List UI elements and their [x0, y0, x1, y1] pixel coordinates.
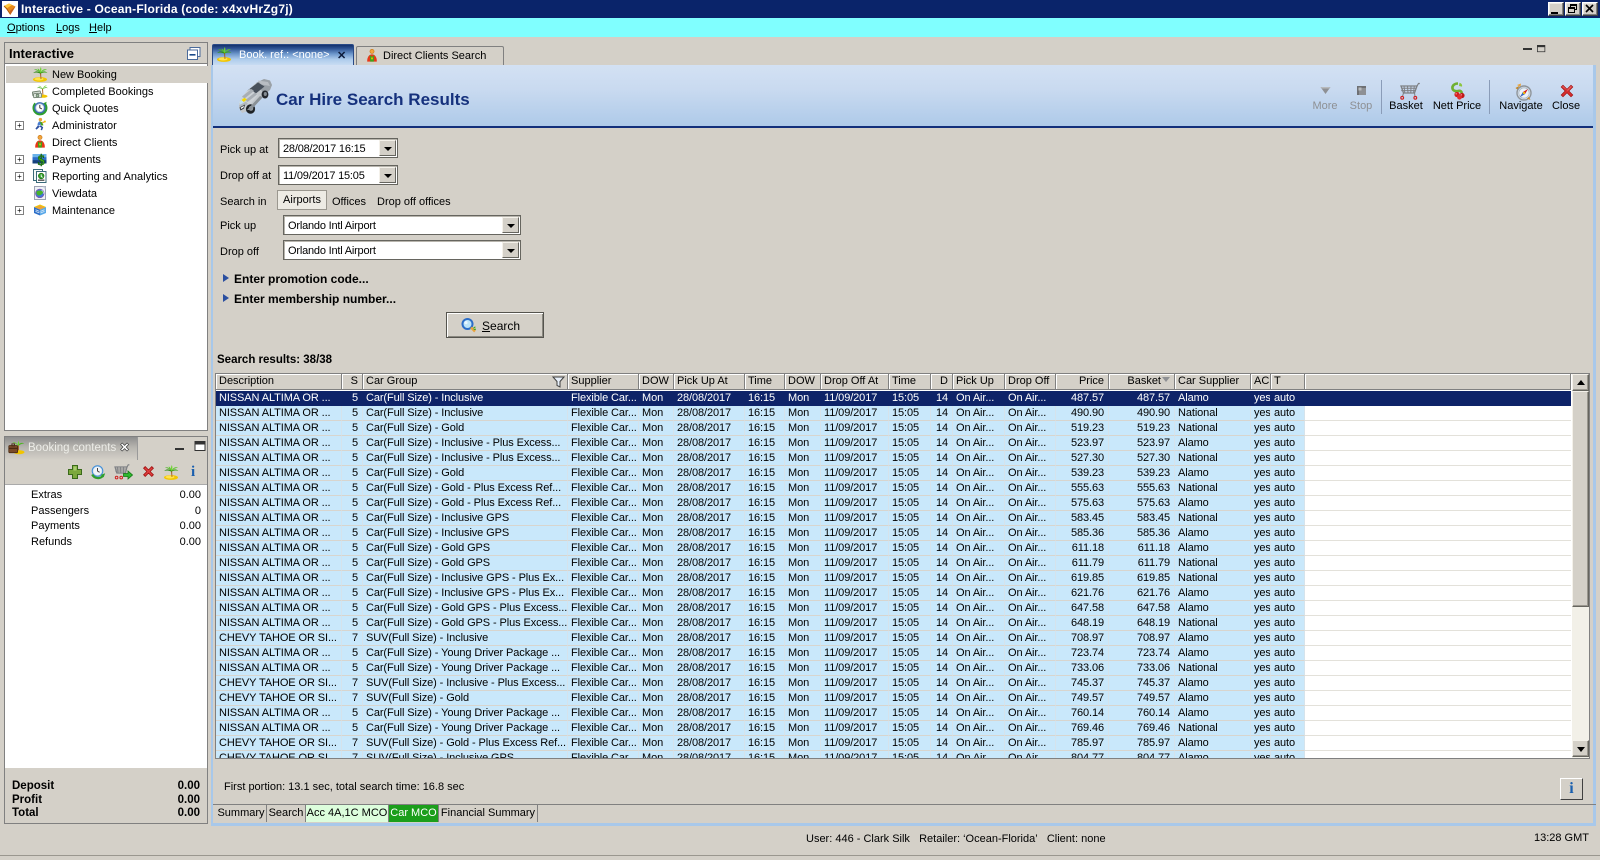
svg-text:$: $ — [38, 153, 45, 167]
